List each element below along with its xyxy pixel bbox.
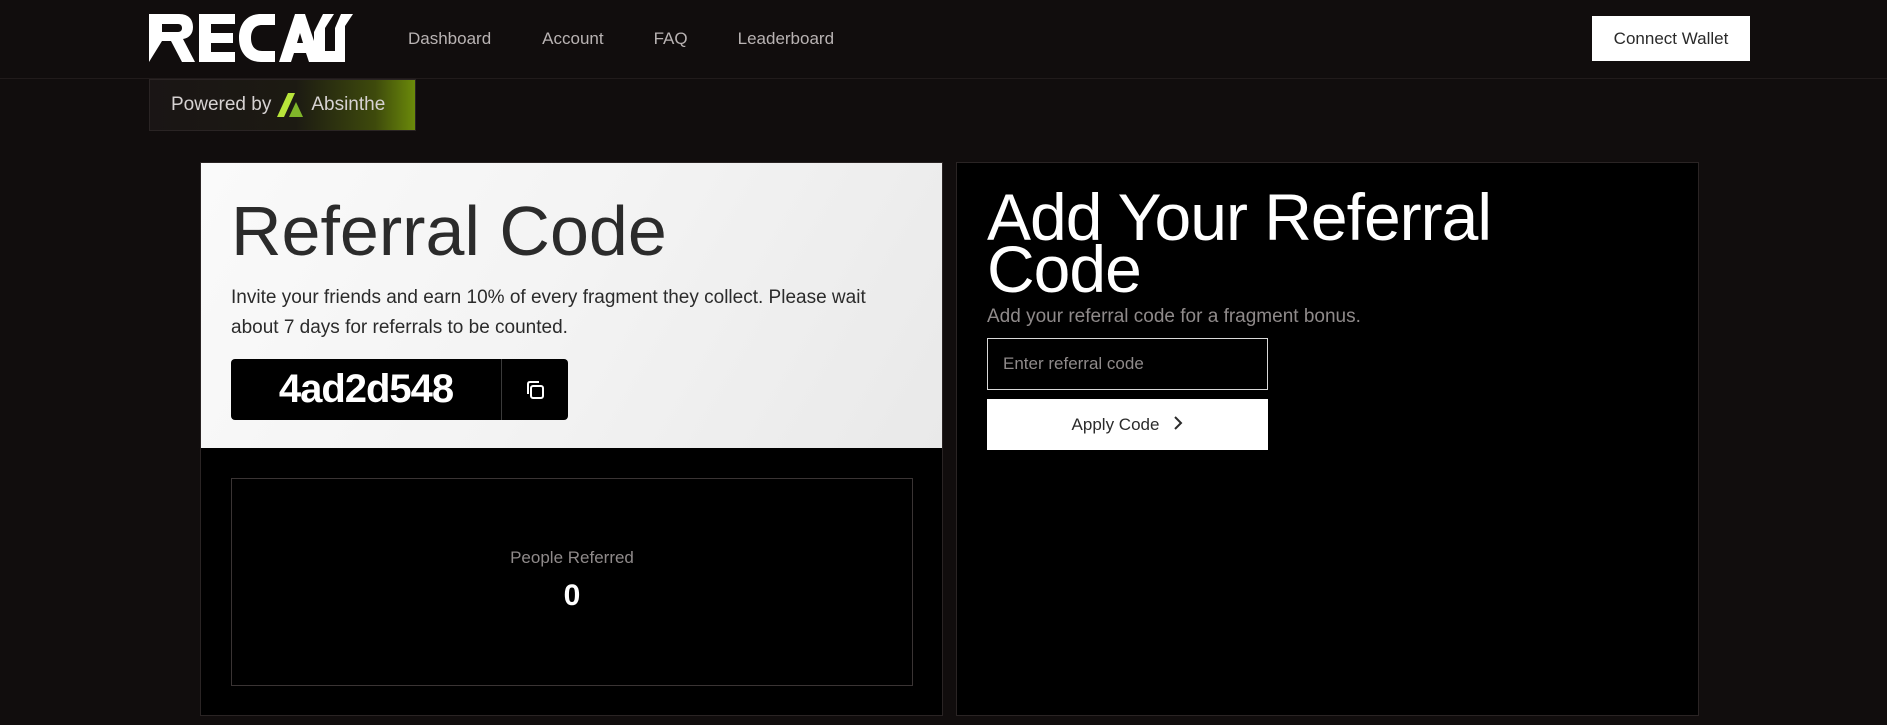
referral-description: Invite your friends and earn 10% of ever… — [231, 287, 866, 338]
powered-by-badge[interactable]: Powered by Absinthe — [149, 79, 416, 131]
copy-code-button[interactable] — [501, 359, 568, 420]
nav-faq[interactable]: FAQ — [654, 28, 688, 50]
referral-code-card: Referral Code Invite your friends and ea… — [200, 162, 943, 716]
connect-wallet-button[interactable]: Connect Wallet — [1592, 16, 1750, 61]
chevron-right-icon — [1173, 414, 1183, 435]
referral-code-value[interactable]: 4ad2d548 — [231, 359, 501, 420]
powered-by-label: Powered by — [171, 94, 272, 115]
apply-code-label: Apply Code — [1071, 414, 1160, 434]
top-bar: Dashboard Account FAQ Leaderboard Connec… — [0, 0, 1887, 79]
people-referred-value: 0 — [563, 579, 581, 612]
main-nav: Dashboard Account FAQ Leaderboard — [408, 28, 884, 50]
add-referral-title: Add Your Referral Code — [987, 180, 1492, 306]
apply-code-button[interactable]: Apply Code — [987, 399, 1268, 450]
nav-dashboard[interactable]: Dashboard — [408, 28, 491, 50]
absinthe-logo-icon — [277, 93, 304, 117]
recall-logo[interactable] — [149, 14, 353, 62]
add-referral-card: Add Your Referral Code Add your referral… — [956, 162, 1699, 716]
absinthe-brand: Absinthe — [311, 94, 386, 115]
nav-account[interactable]: Account — [542, 28, 603, 50]
add-referral-description: Add your referral code for a fragment bo… — [987, 306, 1361, 327]
people-referred-stat: People Referred 0 — [231, 478, 913, 686]
referral-code-title: Referral Code — [231, 192, 667, 270]
referral-code-header: Referral Code Invite your friends and ea… — [201, 163, 942, 448]
referral-code-input[interactable] — [987, 338, 1268, 390]
people-referred-label: People Referred — [510, 548, 634, 567]
nav-leaderboard[interactable]: Leaderboard — [738, 28, 834, 50]
referral-code-box: 4ad2d548 — [231, 359, 568, 420]
copy-icon — [527, 380, 544, 399]
